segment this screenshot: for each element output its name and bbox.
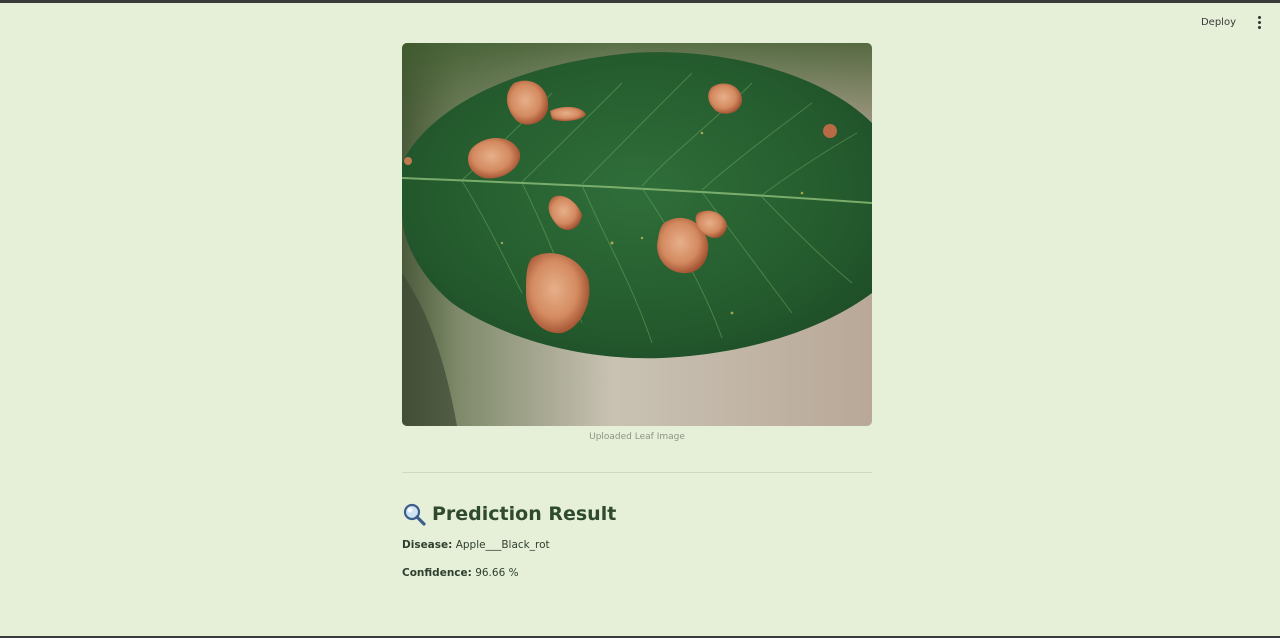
disease-label: Disease:	[402, 539, 453, 551]
leaf-image	[402, 43, 872, 426]
disease-value: Apple___Black_rot	[455, 539, 550, 551]
magnifier-icon	[403, 503, 426, 526]
confidence-value: 96.66 %	[475, 567, 519, 579]
confidence-label: Confidence:	[402, 567, 472, 579]
image-caption: Uploaded Leaf Image	[589, 432, 685, 442]
confidence-row: Confidence: 96.66 %	[402, 567, 872, 583]
disease-row: Disease: Apple___Black_rot	[402, 539, 872, 555]
more-vertical-icon[interactable]	[1252, 12, 1266, 32]
toolbar: Deploy	[1195, 12, 1266, 32]
divider	[402, 472, 872, 473]
prediction-result-heading: Prediction Result	[402, 501, 872, 527]
result-title: Prediction Result	[432, 503, 617, 525]
main-content: Uploaded Leaf Image Prediction Result Di…	[402, 43, 872, 583]
top-border	[0, 0, 1280, 3]
deploy-button[interactable]: Deploy	[1195, 13, 1242, 32]
